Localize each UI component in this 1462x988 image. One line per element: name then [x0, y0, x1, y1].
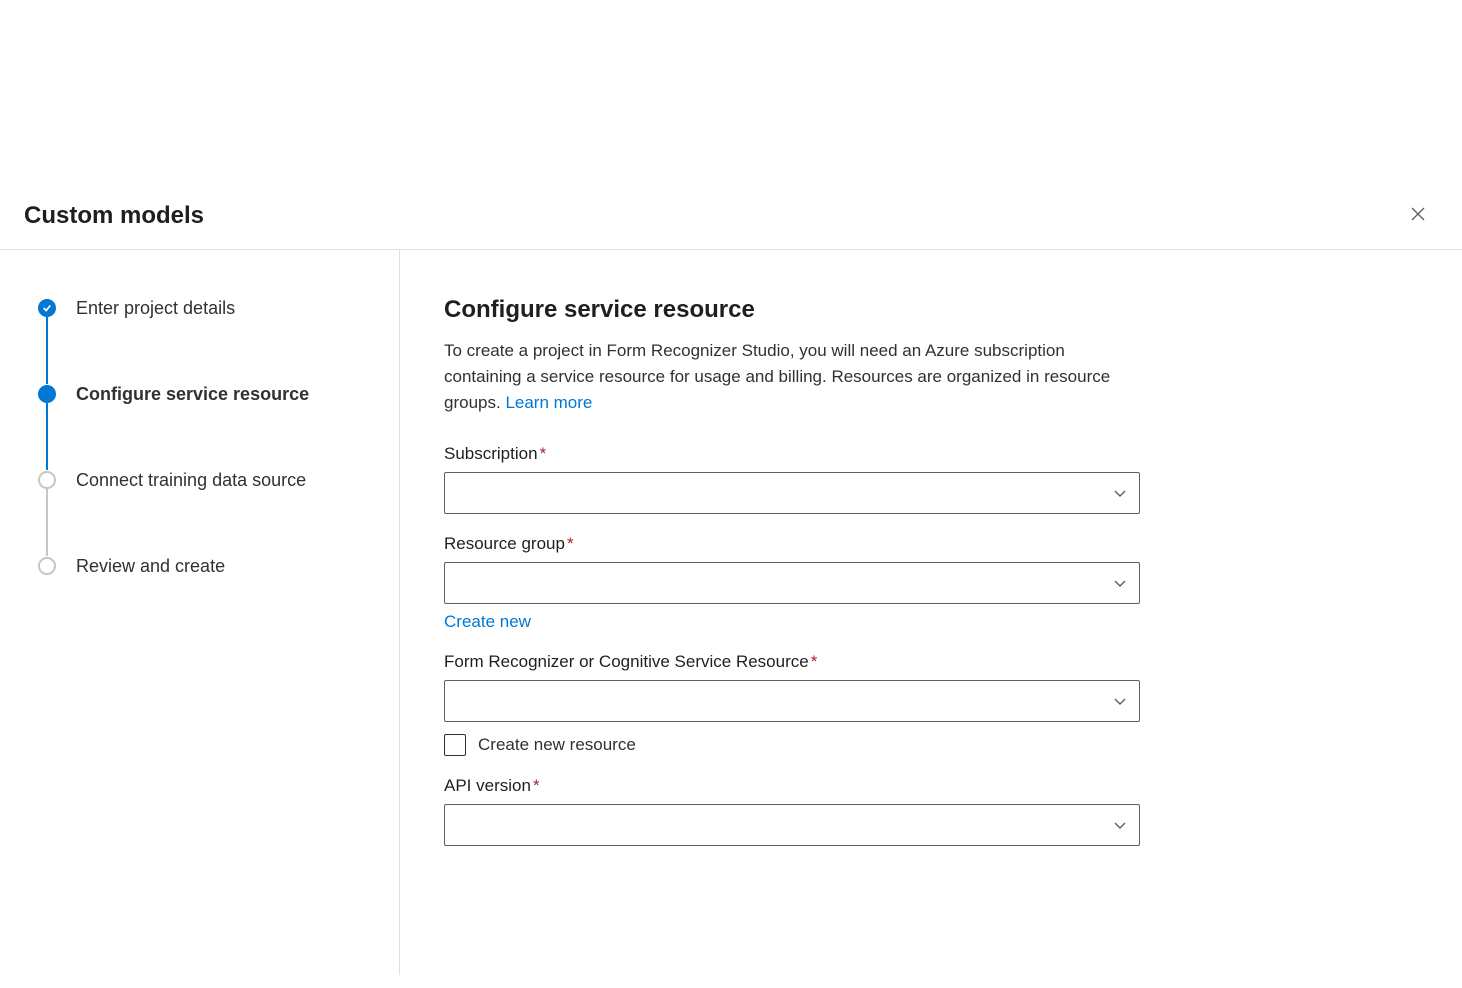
- required-star-icon: *: [533, 776, 540, 795]
- field-resource-group: Resource group* Create new: [444, 534, 1140, 632]
- pending-step-icon: [38, 471, 56, 489]
- step-label: Enter project details: [76, 296, 235, 320]
- resource-group-label: Resource group*: [444, 534, 1140, 554]
- section-title: Configure service resource: [444, 296, 1140, 324]
- api-version-label: API version*: [444, 776, 1140, 796]
- wizard-steps-sidebar: Enter project details Configure service …: [0, 250, 400, 975]
- service-resource-label: Form Recognizer or Cognitive Service Res…: [444, 652, 1140, 672]
- field-subscription: Subscription*: [444, 444, 1140, 514]
- header: Custom models: [0, 0, 1462, 250]
- step-connector: [46, 489, 48, 556]
- create-new-resource-row: Create new resource: [444, 734, 1140, 756]
- step-label: Review and create: [76, 554, 225, 578]
- field-service-resource: Form Recognizer or Cognitive Service Res…: [444, 652, 1140, 756]
- close-button[interactable]: [1404, 200, 1432, 231]
- section-description: To create a project in Form Recognizer S…: [444, 338, 1140, 416]
- chevron-down-icon: [1113, 694, 1127, 708]
- chevron-down-icon: [1113, 576, 1127, 590]
- step-connector: [46, 317, 48, 384]
- api-version-select[interactable]: [444, 804, 1140, 846]
- step-enter-project-details[interactable]: Enter project details: [38, 296, 399, 320]
- field-api-version: API version*: [444, 776, 1140, 846]
- main-panel: Configure service resource To create a p…: [400, 250, 1320, 975]
- step-connect-training-data-source[interactable]: Connect training data source: [38, 468, 399, 492]
- resource-group-select[interactable]: [444, 562, 1140, 604]
- subscription-select[interactable]: [444, 472, 1140, 514]
- required-star-icon: *: [811, 652, 818, 671]
- step-connector: [46, 403, 48, 470]
- current-step-icon: [38, 385, 56, 403]
- close-icon: [1410, 206, 1426, 226]
- learn-more-link[interactable]: Learn more: [505, 393, 592, 412]
- step-label: Connect training data source: [76, 468, 306, 492]
- create-new-resource-checkbox[interactable]: [444, 734, 466, 756]
- check-circle-icon: [38, 299, 56, 317]
- create-new-resource-group-link[interactable]: Create new: [444, 612, 531, 632]
- required-star-icon: *: [540, 444, 547, 463]
- step-label: Configure service resource: [76, 382, 309, 406]
- content: Enter project details Configure service …: [0, 250, 1462, 975]
- create-new-resource-checkbox-label: Create new resource: [478, 735, 636, 755]
- pending-step-icon: [38, 557, 56, 575]
- step-review-and-create[interactable]: Review and create: [38, 554, 399, 578]
- service-resource-select[interactable]: [444, 680, 1140, 722]
- chevron-down-icon: [1113, 486, 1127, 500]
- step-list: Enter project details Configure service …: [38, 296, 399, 578]
- chevron-down-icon: [1113, 818, 1127, 832]
- step-configure-service-resource[interactable]: Configure service resource: [38, 382, 399, 406]
- subscription-label: Subscription*: [444, 444, 1140, 464]
- required-star-icon: *: [567, 534, 574, 553]
- page-title: Custom models: [24, 202, 204, 230]
